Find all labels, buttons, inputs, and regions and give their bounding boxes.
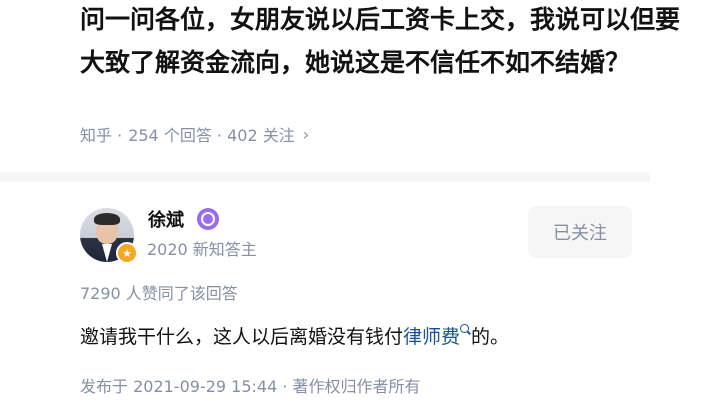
- answer-text-before: 邀请我干什么，这人以后离婚没有钱付: [80, 326, 404, 348]
- search-icon[interactable]: [460, 324, 472, 335]
- answer-count-label: 个回答 ·: [158, 126, 228, 145]
- follow-button[interactable]: 已关注: [528, 206, 632, 258]
- source-label: 知乎 ·: [80, 126, 123, 145]
- section-divider: [0, 172, 650, 182]
- avatar[interactable]: ★: [80, 208, 138, 264]
- author-description: 2020 新知答主: [147, 240, 257, 259]
- likes-count[interactable]: 7290 人赞同了该回答: [80, 280, 238, 304]
- answer-count: 254: [128, 126, 159, 145]
- follower-label: 关注: [257, 126, 295, 145]
- question-meta[interactable]: 知乎 · 254 个回答 · 402 关注 ›: [80, 122, 309, 146]
- follower-count: 402: [227, 126, 258, 145]
- gold-badge-icon: ★: [116, 242, 138, 264]
- chevron-right-icon[interactable]: ›: [303, 125, 309, 144]
- publish-info: 发布于 2021-09-29 15:44 · 著作权归作者所有: [80, 377, 421, 396]
- question-title[interactable]: 问一问各位，女朋友说以后工资卡上交，我说可以但要大致了解资金流向，她说这是不信任…: [80, 0, 680, 84]
- lawyer-fee-link[interactable]: 律师费: [403, 326, 460, 348]
- author-name[interactable]: 徐斌: [148, 206, 184, 232]
- answer-content: 邀请我干什么，这人以后离婚没有钱付律师费 的。: [80, 322, 509, 349]
- answer-text-after: 的。: [471, 326, 510, 348]
- purple-verified-icon[interactable]: [197, 208, 219, 230]
